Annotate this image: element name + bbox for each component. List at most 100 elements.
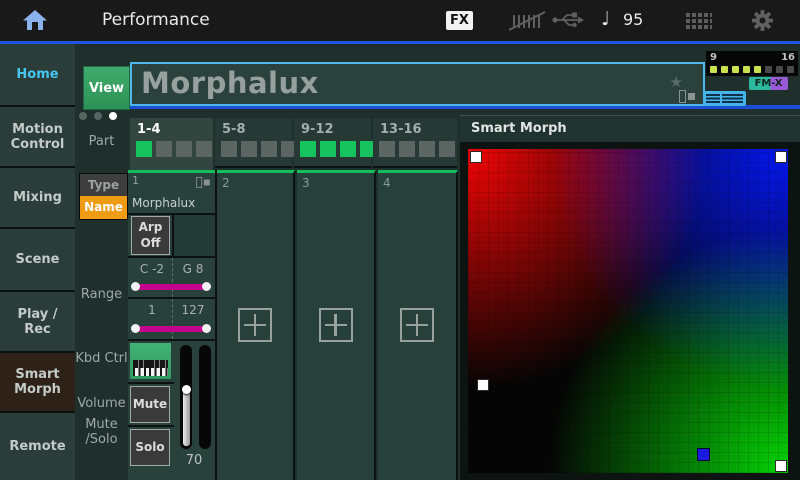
part-number: 2 bbox=[222, 176, 230, 190]
sidebar-item-label: Motion Control bbox=[4, 122, 71, 152]
indicator-square bbox=[754, 66, 761, 73]
part-tab-5-8[interactable]: 5-8 bbox=[215, 118, 292, 168]
fx-indicator[interactable]: FX bbox=[446, 11, 473, 30]
row-label-mute: Mute bbox=[85, 417, 118, 432]
velocity-range-slider[interactable] bbox=[134, 326, 208, 332]
part-activity-dots bbox=[710, 66, 794, 73]
velocity-range-high[interactable]: 127 bbox=[174, 303, 212, 317]
settings-gear-icon[interactable] bbox=[751, 9, 774, 32]
part-number: 4 bbox=[383, 176, 391, 190]
morph-marker-current[interactable] bbox=[697, 448, 710, 461]
sidebar-item-play-rec[interactable]: Play / Rec bbox=[0, 292, 75, 353]
indicator-square bbox=[419, 141, 435, 157]
velocity-range-low[interactable]: 1 bbox=[132, 303, 172, 317]
sidebar-item-label: Home bbox=[16, 67, 58, 82]
view-button[interactable]: View bbox=[83, 66, 130, 110]
morph-marker-white[interactable] bbox=[775, 151, 787, 163]
sidebar: Home Motion Control Mixing Scene Play / … bbox=[0, 44, 75, 480]
sidebar-item-remote[interactable]: Remote bbox=[0, 413, 75, 480]
part-tab-9-12[interactable]: 9-12 bbox=[294, 118, 371, 168]
part-tab-label: 9-12 bbox=[301, 122, 334, 137]
indicator-square bbox=[399, 141, 415, 157]
home-icon[interactable] bbox=[22, 8, 48, 32]
row-label-range: Range bbox=[75, 287, 128, 302]
sidebar-item-motion-control[interactable]: Motion Control bbox=[0, 107, 75, 168]
indicator-square bbox=[79, 112, 87, 120]
tempo-note-icon: ♩ bbox=[601, 8, 610, 30]
part-tab-13-16[interactable]: 13-16 bbox=[373, 118, 457, 168]
sidebar-item-smart-morph[interactable]: Smart Morph bbox=[0, 353, 75, 413]
part-number: 3 bbox=[302, 176, 310, 190]
morph-marker-white[interactable] bbox=[470, 151, 482, 163]
range-end-label: 16 bbox=[781, 52, 795, 63]
performance-name-field[interactable]: Morphalux ★ bbox=[130, 62, 705, 106]
sidebar-item-scene[interactable]: Scene bbox=[0, 229, 75, 292]
screen-title: Performance bbox=[102, 10, 210, 30]
local-control-off-icon bbox=[507, 10, 547, 32]
parts-9-16-indicator: 9 16 bbox=[706, 51, 798, 76]
usb-icon bbox=[551, 12, 585, 28]
part-1-arp-row: Arp Off bbox=[128, 215, 215, 258]
sidebar-item-label: Remote bbox=[9, 439, 65, 454]
row-label-mute-solo: Mute /Solo bbox=[75, 417, 128, 447]
morph-marker-white[interactable] bbox=[775, 460, 787, 472]
tempo-value[interactable]: 95 bbox=[623, 10, 643, 29]
page-indicator-dots[interactable] bbox=[79, 112, 117, 120]
row-label-solo: /Solo bbox=[85, 432, 117, 447]
category-flag-icon bbox=[679, 90, 695, 103]
volume-fader-fill bbox=[183, 390, 190, 446]
add-part-button[interactable] bbox=[400, 308, 434, 342]
part-tab-squares bbox=[300, 141, 376, 157]
morph-marker-white[interactable] bbox=[477, 379, 489, 391]
part-number: 1 bbox=[132, 174, 139, 187]
volume-fader[interactable] bbox=[180, 345, 192, 449]
type-toggle[interactable]: Type bbox=[80, 174, 127, 196]
note-range-high[interactable]: G 8 bbox=[174, 262, 212, 276]
sidebar-item-label: Scene bbox=[16, 252, 60, 267]
top-bar: Performance FX ♩ 95 bbox=[0, 0, 800, 44]
part-tab-1-4[interactable]: 1-4 bbox=[130, 118, 213, 170]
indicator-square bbox=[156, 141, 172, 157]
level-meter bbox=[199, 345, 211, 449]
part-4-column: 4 bbox=[378, 170, 458, 480]
sidebar-item-label: Smart Morph bbox=[4, 367, 71, 397]
solo-button[interactable]: Solo bbox=[130, 429, 170, 466]
indicator-square bbox=[787, 66, 794, 73]
favorite-star-icon[interactable]: ★ bbox=[670, 73, 683, 91]
sidebar-item-home[interactable]: Home bbox=[0, 44, 75, 107]
part-1-kbd-ctrl-cell bbox=[128, 341, 174, 384]
indicator-square bbox=[109, 112, 117, 120]
row-label-volume: Volume bbox=[75, 396, 128, 411]
smart-morph-map[interactable] bbox=[468, 149, 788, 473]
part-1-velocity-range-row: 1 127 bbox=[128, 299, 215, 341]
touch-keyboard-icon[interactable] bbox=[686, 13, 712, 29]
indicator-square bbox=[320, 141, 336, 157]
sidebar-item-mixing[interactable]: Mixing bbox=[0, 168, 75, 229]
indicator-square bbox=[765, 66, 772, 73]
add-part-button[interactable] bbox=[319, 308, 353, 342]
part-1-mute-cell: Mute bbox=[128, 384, 174, 427]
note-range-slider[interactable] bbox=[134, 284, 208, 290]
indicator-square bbox=[776, 66, 783, 73]
keyboard-view-toggle-icon[interactable] bbox=[703, 91, 746, 106]
part-3-column: 3 bbox=[297, 170, 376, 480]
range-divider bbox=[172, 299, 173, 339]
part-1-header[interactable]: 1 Morphalux bbox=[128, 173, 215, 215]
type-name-toggle[interactable]: Type Name bbox=[79, 173, 128, 220]
name-toggle[interactable]: Name bbox=[80, 196, 127, 219]
indicator-square bbox=[196, 141, 212, 157]
volume-fader-thumb[interactable] bbox=[182, 385, 191, 394]
part-tab-label: 1-4 bbox=[137, 122, 161, 137]
row-label-part: Part bbox=[75, 134, 128, 149]
mute-button[interactable]: Mute bbox=[130, 386, 170, 423]
kbd-ctrl-on-icon[interactable] bbox=[130, 343, 171, 379]
indicator-square bbox=[710, 66, 717, 73]
arp-off-button[interactable]: Arp Off bbox=[131, 216, 170, 255]
indicator-square bbox=[221, 141, 237, 157]
volume-value: 70 bbox=[174, 453, 214, 468]
part-1-column: 1 Morphalux Arp Off C -2 G 8 1 127 bbox=[128, 170, 217, 480]
indicator-square bbox=[732, 66, 739, 73]
part-tab-label: 13-16 bbox=[380, 122, 422, 137]
add-part-button[interactable] bbox=[238, 308, 272, 342]
note-range-low[interactable]: C -2 bbox=[132, 262, 172, 276]
